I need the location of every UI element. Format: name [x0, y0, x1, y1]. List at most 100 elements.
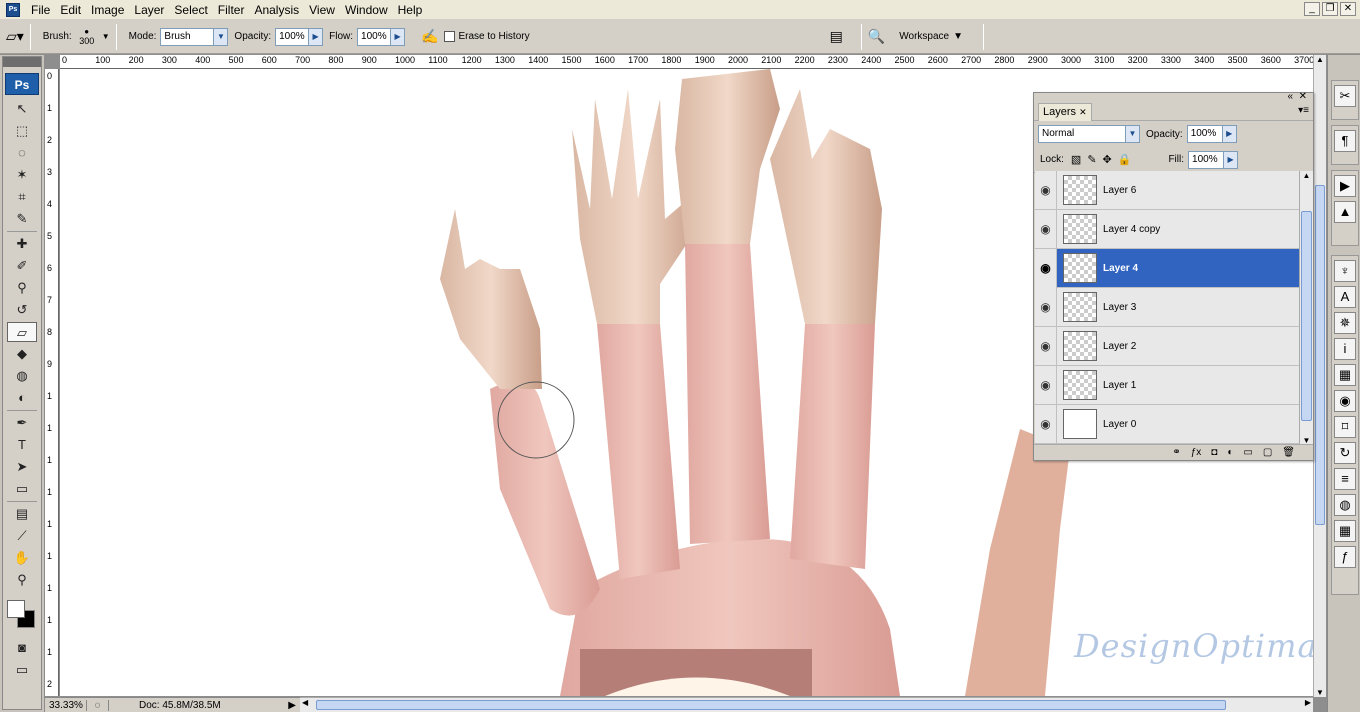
opacity-slider-arrow-icon[interactable]: ▶ [309, 27, 324, 46]
layer-row[interactable]: ◉ Layer 2 [1035, 326, 1299, 366]
menu-view[interactable]: View [304, 1, 340, 19]
fx-icon[interactable]: ƒ [1334, 546, 1356, 568]
channels-icon[interactable]: ≡ [1334, 468, 1356, 490]
path-selection-tool-icon[interactable]: ➤ [7, 457, 37, 477]
eraser-tool-icon[interactable]: ▱ [7, 322, 37, 342]
scroll-down-icon[interactable]: ▼ [1314, 688, 1326, 697]
paths-icon[interactable]: ⌑ [1334, 416, 1356, 438]
healing-brush-tool-icon[interactable]: ✚ [7, 234, 37, 254]
bridge-icon[interactable]: 🔍 [868, 28, 885, 45]
brushes-icon[interactable]: ▦ [1334, 520, 1356, 542]
history-icon[interactable]: ↻ [1334, 442, 1356, 464]
screen-mode-icon[interactable]: ▭ [7, 660, 37, 680]
type-tool-icon[interactable]: T [7, 435, 37, 455]
status-menu-arrow-icon[interactable]: ▶ [288, 700, 300, 711]
styles-icon[interactable]: ◉ [1334, 390, 1356, 412]
lock-pixels-icon[interactable]: ✎ [1087, 153, 1096, 166]
workspace-dropdown-icon[interactable]: ▼ [953, 31, 963, 42]
visibility-eye-icon[interactable]: ◉ [1035, 365, 1057, 405]
palette-well-icon[interactable]: ▤ [830, 28, 843, 45]
layer-opacity-field[interactable]: 100% [1186, 125, 1223, 143]
zoom-level[interactable]: 33.33% [45, 699, 87, 711]
menu-analysis[interactable]: Analysis [249, 1, 304, 19]
layers-scroll-up-icon[interactable]: ▲ [1300, 171, 1313, 180]
blur-tool-icon[interactable]: ◍ [7, 366, 37, 386]
menu-image[interactable]: Image [86, 1, 129, 19]
scroll-right-icon[interactable]: ▶ [1305, 698, 1311, 707]
opacity-field[interactable]: 100% [275, 27, 310, 46]
layer-row[interactable]: ◉ Layer 4 [1035, 248, 1299, 288]
zoom-tool-icon[interactable]: ⚲ [7, 570, 37, 590]
histogram-icon[interactable]: ▲ [1334, 201, 1356, 223]
brush-preset-picker[interactable]: ● 300 [76, 27, 98, 46]
crop-tool-icon[interactable]: ⌗ [7, 187, 37, 207]
visibility-eye-icon[interactable]: ◉ [1035, 287, 1057, 327]
lock-transparency-icon[interactable]: ▧ [1071, 153, 1081, 166]
tools-panel-header[interactable] [3, 57, 41, 67]
magic-wand-tool-icon[interactable]: ✶ [7, 165, 37, 185]
layer-row[interactable]: ◉ Layer 3 [1035, 287, 1299, 327]
history-brush-tool-icon[interactable]: ↺ [7, 300, 37, 320]
layers-scrollbar[interactable]: ▲ ▼ [1299, 171, 1313, 445]
menu-layer[interactable]: Layer [129, 1, 169, 19]
lasso-tool-icon[interactable]: ◌ [7, 143, 37, 163]
visibility-eye-icon[interactable]: ◉ [1035, 209, 1057, 249]
scroll-left-icon[interactable]: ◀ [302, 698, 308, 707]
fx-icon[interactable]: ƒx [1191, 447, 1202, 458]
swatches-icon[interactable]: ◍ [1334, 494, 1356, 516]
tools-icon[interactable]: ✂ [1334, 85, 1356, 107]
marquee-tool-icon[interactable]: ⬚ [7, 121, 37, 141]
tab-close-icon[interactable]: ✕ [1079, 107, 1087, 117]
status-icon[interactable]: ◌ [87, 699, 109, 711]
layer-comps-icon[interactable]: ▦ [1334, 364, 1356, 386]
scroll-up-icon[interactable]: ▲ [1314, 55, 1326, 64]
fill-arrow-icon[interactable]: ▶ [1224, 150, 1239, 169]
dodge-tool-icon[interactable]: ◐ [7, 388, 37, 408]
clone-stamp-tool-icon[interactable]: ⚲ [7, 278, 37, 298]
foreground-color-swatch[interactable] [7, 600, 25, 618]
layer-opacity-arrow-icon[interactable]: ▶ [1222, 125, 1237, 143]
move-tool-icon[interactable]: ↖ [7, 99, 37, 119]
visibility-eye-icon[interactable]: ◉ [1035, 326, 1057, 366]
layers-panel-titlebar[interactable]: « ✕ [1034, 91, 1313, 102]
menu-file[interactable]: File [26, 1, 55, 19]
slice-tool-icon[interactable]: ✎ [7, 209, 37, 229]
trash-icon[interactable]: 🗑 [1282, 447, 1295, 458]
info-icon[interactable]: i [1334, 338, 1356, 360]
blend-mode-dropdown-icon[interactable]: ▼ [1126, 125, 1140, 143]
paint-bucket-tool-icon[interactable]: ◆ [7, 344, 37, 364]
vertical-scroll-thumb[interactable] [1315, 185, 1325, 525]
horizontal-scrollbar[interactable]: ◀ ▶ [300, 697, 1313, 712]
mode-select[interactable]: Brush [160, 27, 215, 46]
minimize-button[interactable]: _ [1304, 2, 1320, 16]
blend-mode-select[interactable]: Normal [1038, 125, 1126, 143]
notes-tool-icon[interactable]: ▤ [7, 504, 37, 524]
menu-help[interactable]: Help [393, 1, 428, 19]
airbrush-icon[interactable]: ✍ [421, 28, 438, 45]
horizontal-scroll-thumb[interactable] [316, 700, 1226, 710]
lock-position-icon[interactable]: ✥ [1103, 153, 1112, 166]
lock-all-icon[interactable]: 🔒 [1118, 153, 1132, 166]
erase-to-history-checkbox[interactable] [444, 31, 456, 42]
menu-window[interactable]: Window [340, 1, 393, 19]
character-icon[interactable]: A [1334, 286, 1356, 308]
clone-source-icon[interactable]: ♆ [1334, 260, 1356, 282]
adjustment-icon[interactable]: ◐ [1227, 447, 1233, 458]
layers-scroll-thumb[interactable] [1301, 211, 1312, 421]
mode-dropdown-icon[interactable]: ▼ [214, 27, 229, 46]
fill-field[interactable]: 100% [1188, 150, 1225, 169]
layer-row[interactable]: ◉ Layer 1 [1035, 365, 1299, 405]
layer-row[interactable]: ◉ Layer 4 copy [1035, 209, 1299, 249]
visibility-eye-icon[interactable]: ◉ [1035, 170, 1057, 210]
close-button[interactable]: ✕ [1340, 2, 1356, 16]
pen-tool-icon[interactable]: ✒ [7, 413, 37, 433]
eyedropper-tool-icon[interactable]: ⟋ [7, 526, 37, 546]
hand-tool-icon[interactable]: ✋ [7, 548, 37, 568]
layer-row[interactable]: ◉ Layer 6 [1035, 170, 1299, 210]
new-layer-icon[interactable]: ▢ [1263, 447, 1272, 458]
eraser-tool-preset-icon[interactable]: ▱▾ [6, 28, 24, 45]
flow-slider-arrow-icon[interactable]: ▶ [391, 27, 406, 46]
quick-mask-icon[interactable]: ◙ [7, 638, 37, 658]
workspace-menu[interactable]: Workspace [899, 31, 949, 42]
menu-filter[interactable]: Filter [213, 1, 250, 19]
